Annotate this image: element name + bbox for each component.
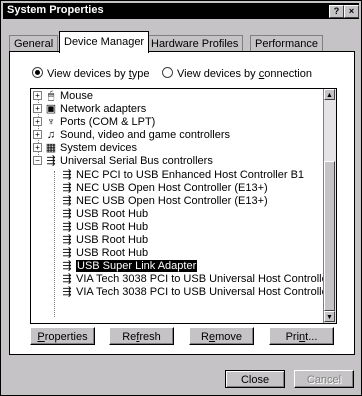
usb-device-icon: ⇶ — [62, 273, 72, 285]
network-adapter-icon: ▣ — [45, 103, 57, 115]
vertical-scrollbar[interactable]: ▲ ▼ — [323, 89, 336, 323]
tab-general[interactable]: General — [9, 35, 59, 52]
system-device-icon: ▦ — [45, 142, 57, 154]
tree-item-usb-device[interactable]: ⇶ USB Root Hub — [61, 247, 148, 260]
print-button[interactable]: Print... — [269, 327, 334, 345]
tree-item-usb-device[interactable]: ⇶ VIA Tech 3038 PCI to USB Universal Host… — [61, 286, 331, 299]
mouse-icon: 🖱 — [47, 90, 55, 102]
help-button[interactable]: ? — [329, 5, 344, 18]
view-by-connection-option[interactable]: View devices by connection — [162, 67, 312, 80]
scroll-down-arrow-icon[interactable]: ▼ — [324, 311, 335, 322]
tree-item-usb-device[interactable]: ⇶ NEC PCI to USB Enhanced Host Controller… — [61, 169, 304, 182]
usb-device-icon: ⇶ — [62, 234, 72, 246]
window-title: System Properties — [7, 4, 104, 16]
expand-icon[interactable]: + — [33, 117, 42, 126]
close-button[interactable]: Close — [225, 370, 285, 388]
expand-icon[interactable]: + — [33, 143, 42, 152]
tree-item-ports[interactable]: + ♆ Ports (COM & LPT) — [33, 116, 155, 129]
tab-performance[interactable]: Performance — [250, 35, 323, 52]
tree-item-usb-device[interactable]: ⇶ NEC USB Open Host Controller (E13+) — [61, 195, 267, 208]
tree-item-usb-device[interactable]: ⇶ NEC USB Open Host Controller (E13+) — [61, 182, 267, 195]
device-manager-panel: View devices by type View devices by con… — [9, 51, 355, 355]
usb-device-icon: ⇶ — [62, 260, 72, 272]
tree-item-network-adapters[interactable]: + ▣ Network adapters — [33, 103, 146, 116]
usb-device-icon: ⇶ — [62, 286, 72, 298]
usb-device-icon: ⇶ — [62, 208, 72, 220]
tree-item-usb-device[interactable]: ⇶ USB Root Hub — [61, 208, 148, 221]
usb-icon: ⇶ — [46, 155, 56, 167]
properties-button[interactable]: Properties — [30, 327, 95, 345]
port-icon: ♆ — [46, 116, 56, 128]
cancel-button[interactable]: Cancel — [294, 370, 354, 388]
remove-button[interactable]: Remove — [189, 327, 254, 345]
scroll-thumb[interactable] — [324, 161, 335, 311]
close-icon[interactable]: × — [344, 5, 359, 18]
usb-device-icon: ⇶ — [62, 182, 72, 194]
title-bar: System Properties ? × — [3, 3, 359, 19]
usb-device-icon: ⇶ — [62, 247, 72, 259]
radio-by-connection[interactable] — [162, 67, 173, 78]
device-tree[interactable]: + 🖱 Mouse + ▣ Network adapters + ♆ Ports (COM … — [30, 88, 337, 324]
tree-item-system-devices[interactable]: + ▦ System devices — [33, 142, 137, 155]
sound-icon: ♫ — [46, 129, 56, 141]
tab-device-manager[interactable]: Device Manager — [59, 31, 150, 53]
tree-item-usb-super-link-adapter[interactable]: ⇶ USB Super Link Adapter — [61, 260, 198, 273]
tab-hardware-profiles[interactable]: Hardware Profiles — [146, 35, 244, 52]
tree-item-usb-controllers[interactable]: − ⇶ Universal Serial Bus controllers — [33, 155, 213, 168]
tree-connector — [54, 171, 55, 317]
tree-item-usb-device[interactable]: ⇶ VIA Tech 3038 PCI to USB Universal Host… — [61, 273, 331, 286]
view-by-type-option[interactable]: View devices by type — [32, 67, 150, 80]
tree-item-sound[interactable]: + ♫ Sound, video and game controllers — [33, 129, 230, 142]
expand-icon[interactable]: + — [33, 91, 42, 100]
tree-item-mouse[interactable]: + 🖱 Mouse — [33, 90, 93, 103]
tree-item-usb-device[interactable]: ⇶ USB Root Hub — [61, 234, 148, 247]
radio-by-type[interactable] — [32, 67, 43, 78]
expand-icon[interactable]: + — [33, 130, 42, 139]
collapse-icon[interactable]: − — [33, 156, 42, 165]
tree-item-usb-device[interactable]: ⇶ USB Root Hub — [61, 221, 148, 234]
system-properties-window: System Properties ? × General Device Man… — [0, 0, 362, 396]
scroll-up-arrow-icon[interactable]: ▲ — [324, 89, 335, 100]
usb-device-icon: ⇶ — [62, 221, 72, 233]
usb-device-icon: ⇶ — [62, 195, 72, 207]
expand-icon[interactable]: + — [33, 104, 42, 113]
refresh-button[interactable]: Refresh — [109, 327, 174, 345]
usb-device-icon: ⇶ — [62, 169, 72, 181]
